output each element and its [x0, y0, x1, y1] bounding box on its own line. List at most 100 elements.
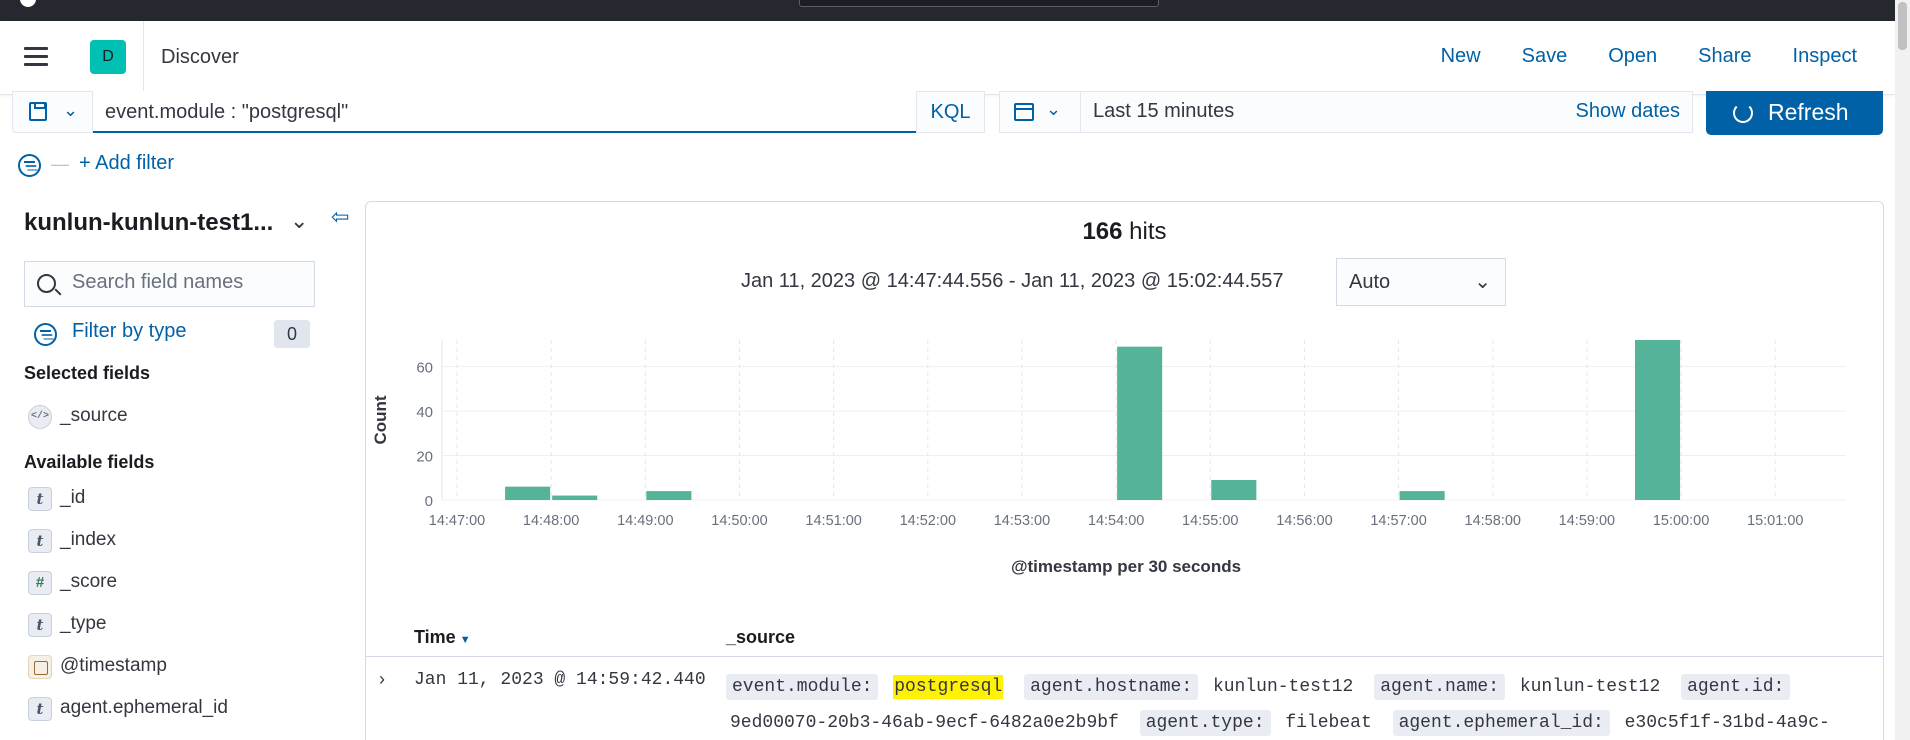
refresh-label: Refresh — [1768, 99, 1849, 125]
inspect-button[interactable]: Inspect — [1793, 45, 1857, 68]
menu-icon[interactable] — [24, 47, 48, 67]
x-tick-label: 14:50:00 — [711, 513, 767, 529]
histogram-bar — [1117, 346, 1163, 500]
histogram-bar — [552, 495, 598, 500]
results-panel: 166 hits Jan 11, 2023 @ 14:47:44.556 - J… — [365, 201, 1884, 740]
histogram-bar — [1211, 480, 1257, 500]
sort-down-icon: ▼ — [459, 634, 471, 646]
time-range-text[interactable]: Last 15 minutes — [1093, 100, 1234, 123]
x-tick-label: 14:55:00 — [1182, 513, 1238, 529]
chevron-down-icon: ⌄ — [1474, 271, 1491, 293]
date-picker: ⌄ Last 15 minutes Show dates — [999, 91, 1693, 133]
source-field-key: agent.type: — [1139, 710, 1271, 736]
histogram-chart: 0 20 40 60 14:47:00 14:48:00 14:49:00 14:50:00 1… — [366, 322, 1885, 602]
number-field-icon: # — [28, 571, 52, 595]
new-button[interactable]: New — [1441, 45, 1481, 68]
field-sidebar: kunlun-kunlun-test1... ⌄ ⇦ Filter by typ… — [0, 195, 362, 740]
filter-by-type-label: Filter by type — [72, 320, 187, 342]
source-field-value: kunlun-test12 — [1212, 677, 1354, 697]
refresh-button[interactable]: Refresh — [1706, 91, 1883, 135]
interval-select[interactable]: Auto ⌄ — [1336, 258, 1506, 306]
filter-separator: — — [51, 154, 69, 174]
field-name: _source — [60, 405, 128, 426]
show-dates-button[interactable]: Show dates — [1575, 100, 1680, 123]
field-name: _type — [60, 613, 107, 634]
x-tick-label: 15:00:00 — [1653, 513, 1709, 529]
selected-fields-title: Selected fields — [24, 363, 151, 383]
x-tick-label: 14:56:00 — [1276, 513, 1332, 529]
global-search-input[interactable] — [799, 0, 1159, 7]
refresh-icon — [1733, 103, 1753, 123]
y-tick-label: 40 — [416, 404, 433, 421]
x-tick-label: 14:49:00 — [617, 513, 673, 529]
source-field-key: agent.hostname: — [1024, 674, 1199, 700]
search-icon — [37, 274, 56, 293]
save-button[interactable]: Save — [1522, 45, 1568, 68]
source-field-key: event.module: — [726, 674, 879, 700]
x-tick-label: 15:01:00 — [1747, 513, 1803, 529]
calendar-icon — [1014, 103, 1034, 121]
source-field-key: agent.name: — [1374, 674, 1506, 700]
quick-select-button[interactable]: ⌄ — [1000, 92, 1081, 132]
histogram-time-range: Jan 11, 2023 @ 14:47:44.556 - Jan 11, 20… — [741, 270, 1284, 292]
query-bar: ⌄ event.module : "postgresql" KQL ⌄ Last… — [0, 91, 1895, 139]
source-field-value: filebeat — [1285, 713, 1372, 733]
x-tick-label: 14:52:00 — [900, 513, 956, 529]
source-field-value: 9ed00070-20b3-46ab-9ecf-6482a0e2b9bf — [730, 713, 1119, 733]
header-divider — [143, 21, 144, 95]
scrollbar-thumb[interactable] — [1898, 2, 1907, 50]
source-field-value: kunlun-test12 — [1519, 677, 1661, 697]
page-scrollbar[interactable] — [1895, 0, 1910, 740]
breadcrumb-discover: Discover — [161, 46, 239, 68]
string-field-icon: t — [28, 529, 52, 553]
chevron-down-icon[interactable]: ⌄ — [290, 208, 308, 234]
filter-count-badge: 0 — [274, 320, 310, 348]
table-row: › Jan 11, 2023 @ 14:59:42.440 event.modu… — [366, 657, 1883, 740]
query-input[interactable]: event.module : "postgresql" — [93, 91, 916, 133]
field-name: _score — [60, 571, 118, 592]
source-field-icon: </> — [28, 405, 52, 429]
share-button[interactable]: Share — [1698, 45, 1751, 68]
x-tick-label: 14:51:00 — [805, 513, 861, 529]
x-tick-label: 14:57:00 — [1370, 513, 1426, 529]
space-avatar[interactable]: D — [90, 40, 126, 74]
query-language-button[interactable]: KQL — [916, 91, 985, 133]
hits-label: hits — [1129, 218, 1167, 245]
x-tick-label: 14:59:00 — [1559, 513, 1615, 529]
column-time[interactable]: Time ▼ — [414, 627, 471, 648]
field-name: _index — [60, 529, 116, 550]
string-field-icon: t — [28, 697, 52, 721]
saved-query-button[interactable]: ⌄ — [12, 91, 93, 133]
y-axis-title: Count — [371, 395, 390, 444]
app-header: D Discover New Save Open Share Inspect — [0, 21, 1895, 95]
expand-row-icon[interactable]: › — [379, 669, 385, 690]
field-name: @timestamp — [60, 655, 167, 676]
string-field-icon: t — [28, 487, 52, 511]
collapse-sidebar-icon[interactable]: ⇦ — [331, 204, 349, 230]
filter-icon — [34, 323, 57, 346]
available-fields-title: Available fields — [24, 452, 155, 472]
histogram-bar — [646, 491, 692, 500]
open-button[interactable]: Open — [1608, 45, 1657, 68]
field-name: _id — [60, 487, 86, 508]
row-timestamp: Jan 11, 2023 @ 14:59:42.440 — [414, 670, 706, 690]
global-top-bar — [0, 0, 1910, 21]
x-tick-label: 14:47:00 — [429, 513, 485, 529]
histogram-bar — [1399, 491, 1445, 500]
elastic-logo-icon[interactable] — [20, 0, 36, 7]
string-field-icon: t — [28, 613, 52, 637]
histogram-bar — [1634, 340, 1681, 500]
y-tick-label: 60 — [416, 360, 433, 377]
search-field-names-input[interactable] — [72, 271, 302, 294]
index-pattern-selector[interactable]: kunlun-kunlun-test1... — [24, 209, 273, 237]
source-field-key: agent.id: — [1681, 674, 1791, 700]
histogram-bar — [505, 486, 551, 500]
y-tick-label: 20 — [416, 449, 433, 466]
y-tick-label: 0 — [425, 493, 433, 510]
add-filter-button[interactable]: + Add filter — [79, 152, 174, 175]
row-source: event.module: postgresql agent.hostname:… — [726, 669, 1876, 740]
x-tick-label: 14:48:00 — [523, 513, 579, 529]
x-tick-label: 14:53:00 — [994, 513, 1050, 529]
chevron-down-icon: ⌄ — [63, 100, 79, 120]
filter-icon[interactable] — [18, 154, 41, 177]
